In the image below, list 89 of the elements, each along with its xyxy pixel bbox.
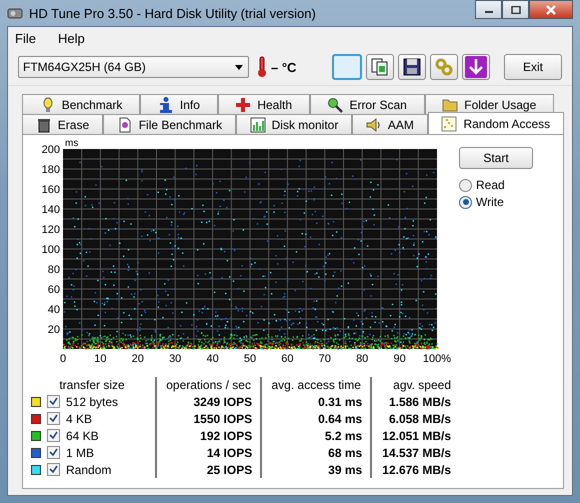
checkbox[interactable] bbox=[47, 429, 60, 442]
y-tick-label: 80 bbox=[48, 264, 60, 276]
checkbox[interactable] bbox=[47, 463, 60, 476]
table-cell: 192 IOPS bbox=[200, 428, 252, 442]
x-tick-label: 10 bbox=[94, 353, 107, 365]
menu-item[interactable]: Help bbox=[58, 30, 85, 46]
axis-unit: ms bbox=[65, 138, 78, 149]
copy-button[interactable] bbox=[366, 54, 394, 80]
checkbox[interactable] bbox=[47, 446, 60, 459]
y-tick-label: 40 bbox=[48, 304, 60, 316]
drive-dropdown[interactable]: FTM64GX25H (64 GB) bbox=[18, 56, 249, 78]
x-tick-label: 90 bbox=[393, 353, 406, 365]
x-tick-label: 100% bbox=[422, 353, 452, 365]
tab[interactable]: Random Access bbox=[428, 112, 564, 134]
trash-icon bbox=[36, 116, 52, 132]
maximize-icon bbox=[510, 6, 520, 14]
y-tick-label: 60 bbox=[48, 284, 60, 296]
cross-icon bbox=[235, 96, 252, 112]
close-button[interactable] bbox=[529, 0, 573, 19]
minimize-button[interactable] bbox=[475, 0, 502, 19]
table-cell: 14.537 MB/s bbox=[382, 446, 451, 460]
table-cell: 1 MB bbox=[66, 446, 94, 460]
table-cell: 68 ms bbox=[328, 446, 362, 460]
x-tick-label: 40 bbox=[206, 353, 219, 365]
tab[interactable]: Info bbox=[140, 94, 218, 114]
close-icon bbox=[545, 4, 557, 14]
y-tick-label: 200 bbox=[42, 144, 60, 156]
y-tick-label: 160 bbox=[42, 184, 60, 196]
caret-icon bbox=[235, 64, 243, 70]
x-tick-label: 70 bbox=[318, 353, 331, 365]
radio-label: Read bbox=[476, 178, 505, 192]
table-cell: 0.64 ms bbox=[318, 412, 362, 426]
tab[interactable]: Health bbox=[218, 94, 310, 114]
table-cell: Random bbox=[66, 462, 112, 476]
table-cell: 0.31 ms bbox=[318, 394, 362, 408]
y-tick-label: 100 bbox=[42, 244, 60, 256]
y-tick-label: 20 bbox=[48, 324, 60, 336]
table-cell: 39 ms bbox=[328, 462, 362, 476]
table-cell: 1.586 MB/s bbox=[388, 394, 451, 408]
start-button[interactable]: Start bbox=[459, 147, 533, 169]
tab[interactable]: Erase bbox=[22, 114, 103, 134]
info-icon bbox=[158, 96, 174, 112]
maximize-button[interactable] bbox=[502, 0, 529, 19]
y-tick-label: 180 bbox=[42, 164, 60, 176]
x-tick-label: 50 bbox=[244, 353, 256, 365]
exit-button[interactable]: Exit bbox=[504, 54, 562, 80]
tab[interactable]: Benchmark bbox=[22, 94, 140, 114]
copy-icon bbox=[371, 58, 389, 76]
radio-button[interactable] bbox=[459, 196, 472, 208]
x-tick-label: 20 bbox=[132, 353, 144, 365]
table-cell: 3249 IOPS bbox=[193, 394, 252, 408]
menu-item[interactable]: File bbox=[15, 30, 36, 46]
window-title: HD Tune Pro 3.50 - Hard Disk Utility (trial version) bbox=[29, 6, 317, 20]
table-cell: 12.051 MB/s bbox=[382, 428, 451, 442]
table-cell: 6.058 MB/s bbox=[388, 412, 451, 426]
chain-icon bbox=[435, 58, 453, 76]
column-header: avg. access time bbox=[261, 377, 372, 393]
download-button[interactable] bbox=[462, 54, 490, 80]
table-cell: 64 KB bbox=[66, 428, 99, 442]
checkbox[interactable] bbox=[47, 412, 60, 425]
x-tick-label: 0 bbox=[60, 353, 66, 365]
column-header: transfer size bbox=[29, 377, 156, 393]
save-button[interactable] bbox=[398, 54, 426, 80]
radio-button[interactable] bbox=[459, 178, 472, 192]
column-header: operations / sec bbox=[156, 377, 262, 393]
x-tick-label: 60 bbox=[281, 353, 294, 365]
table-cell: 5.2 ms bbox=[324, 428, 362, 442]
tab[interactable]: File Benchmark bbox=[102, 114, 236, 134]
x-tick-label: 80 bbox=[356, 353, 368, 365]
table-cell: 14 IOPS bbox=[206, 446, 252, 460]
table-cell: 512 bytes bbox=[66, 394, 118, 408]
table-cell: 25 IOPS bbox=[206, 462, 252, 476]
y-tick-label: 120 bbox=[42, 224, 60, 236]
checkbox[interactable] bbox=[47, 395, 60, 408]
tab[interactable]: Error Scan bbox=[310, 94, 425, 114]
tab[interactable]: Disk monitor bbox=[236, 114, 352, 134]
x-tick-label: 30 bbox=[169, 353, 182, 365]
temperature-reading: – °C bbox=[271, 60, 296, 74]
tab[interactable]: AAM bbox=[352, 114, 428, 134]
table-cell: 4 KB bbox=[66, 412, 92, 426]
speaker-icon bbox=[366, 116, 382, 132]
thermometer-icon bbox=[257, 56, 267, 78]
magnifier-icon bbox=[327, 96, 344, 112]
y-tick-label: 140 bbox=[42, 204, 60, 216]
table-cell: 1550 IOPS bbox=[193, 412, 252, 426]
dots-icon bbox=[441, 116, 458, 132]
column-header: agv. speed bbox=[371, 377, 459, 393]
radio-label: Write bbox=[476, 195, 504, 209]
table-cell: 12.676 MB/s bbox=[382, 462, 451, 476]
